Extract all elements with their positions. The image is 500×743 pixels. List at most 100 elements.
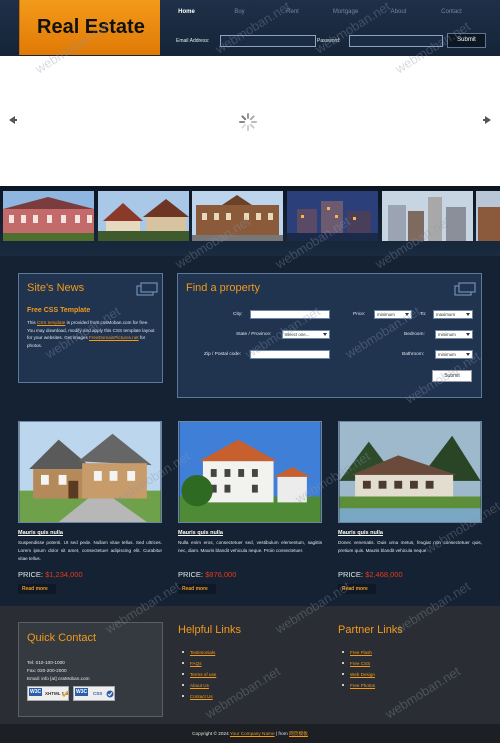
login-submit-button[interactable]: Submit — [447, 33, 486, 48]
w3c-logo-icon-2: W3C — [75, 688, 89, 696]
property-desc-3: Donec venenatis. Duis urna metus, feugia… — [338, 540, 482, 553]
property-photo-1[interactable] — [18, 421, 162, 523]
find-submit-button[interactable]: Submit — [432, 370, 472, 382]
price-amount-3: $2,468,000 — [365, 570, 403, 579]
search-property-icon — [454, 282, 476, 296]
contact-title: Quick Contact — [27, 632, 97, 644]
price-label: Price: — [353, 312, 366, 317]
thumbnail-night-city[interactable] — [287, 191, 378, 241]
news-text-1: This — [27, 320, 37, 325]
find-title: Find a property — [186, 282, 260, 294]
zip-label: Zip / Postal code: — [204, 352, 242, 357]
news-link-pictures[interactable]: FreeDomainPictures.net — [89, 335, 139, 340]
company-link[interactable]: Your Company Name — [230, 731, 275, 736]
property-title-1[interactable]: Mauris quis nulla — [18, 530, 63, 536]
zip-field[interactable] — [250, 350, 330, 359]
state-select[interactable]: Select one... — [282, 330, 330, 339]
contact-email: Email: info [at] cssMoban.com — [27, 676, 90, 681]
price-amount-1: $1,234,000 — [45, 570, 83, 579]
news-text: This CSS template is provided from cssMo… — [27, 319, 157, 349]
price-max-select[interactable]: maximum — [433, 310, 473, 319]
source-link[interactable]: 网页模板 — [289, 731, 308, 736]
link-faqs[interactable]: FAQs — [180, 661, 216, 672]
email-field[interactable] — [220, 35, 316, 47]
thumbnail-palace[interactable] — [3, 191, 94, 241]
xhtml-badge[interactable]: W3C XHTML 1.0 — [27, 686, 69, 701]
thumbnail-towers[interactable] — [382, 191, 473, 241]
link-testimonials[interactable]: Testimonials — [180, 650, 216, 661]
partner-links-list: Free Flash Free CSS Web Design Free Phot… — [340, 650, 375, 694]
property-title-2[interactable]: Mauris quis nulla — [178, 530, 223, 536]
news-subtitle: Free CSS Template — [27, 307, 91, 314]
bathroom-label: Bathroom: — [402, 352, 425, 357]
image-slider — [0, 56, 500, 186]
property-desc-1: Suspendisse potenti. Ut sed pede. Nullam… — [18, 540, 162, 561]
property-card-2: Mauris quis nulla Nulla enim eros, conse… — [178, 421, 322, 594]
read-more-button-1[interactable]: Read more — [18, 584, 56, 594]
price-min-select[interactable]: minimum — [374, 310, 412, 319]
contact-tel: Tel: 010-100-1000 — [27, 660, 65, 665]
price-amount-2: $876,000 — [205, 570, 237, 579]
copyright-prefix: Copyright © 2024 — [192, 731, 230, 736]
thumbnail-hall[interactable] — [192, 191, 283, 241]
helpful-links-title: Helpful Links — [178, 624, 241, 636]
password-label: Password: — [317, 38, 341, 44]
css-badge[interactable]: W3C CSS — [73, 686, 115, 701]
find-property-panel: Find a property City: Price: minimum To:… — [177, 273, 482, 398]
contact-fax: Fax: 020-200-2000 — [27, 668, 67, 673]
thumbnail-village[interactable] — [98, 191, 189, 241]
nav-mortgage[interactable]: Mortgage — [319, 0, 372, 28]
news-title: Site's News — [27, 282, 85, 294]
property-price-1: PRICE: $1,234,000 — [18, 570, 83, 579]
link-contact-us[interactable]: Contact Us — [180, 694, 216, 705]
main-nav: Home Buy Rent Mortgage About Contact — [160, 0, 500, 28]
copyright-middle: | from — [274, 731, 290, 736]
news-link-template[interactable]: CSS template — [37, 320, 65, 325]
nav-home[interactable]: Home — [160, 0, 213, 28]
link-about-us[interactable]: About Us — [180, 683, 216, 694]
bathroom-select[interactable]: minimum — [435, 350, 473, 359]
read-more-button-3[interactable]: Read more — [338, 584, 376, 594]
city-label: City: — [233, 312, 243, 317]
password-field[interactable] — [349, 35, 443, 47]
property-photo-2[interactable] — [178, 421, 322, 523]
quick-contact-panel: Quick Contact Tel: 010-100-1000 Fax: 020… — [18, 622, 163, 717]
property-desc-2: Nulla enim eros, consectetuer sed, vesti… — [178, 540, 322, 553]
property-price-2: PRICE: $876,000 — [178, 570, 236, 579]
price-label-3: PRICE: — [338, 570, 364, 579]
news-icon — [136, 282, 158, 296]
price-label-1: PRICE: — [18, 570, 44, 579]
property-card-1: Mauris quis nulla Suspendisse potenti. U… — [18, 421, 162, 594]
property-card-3: Mauris quis nulla Donec venenatis. Duis … — [338, 421, 482, 594]
link-free-photos[interactable]: Free Photos — [340, 683, 375, 694]
price-label-2: PRICE: — [178, 570, 204, 579]
nav-about[interactable]: About — [372, 0, 425, 28]
link-web-design[interactable]: Web Design — [340, 672, 375, 683]
thumbnail-strip — [0, 186, 500, 256]
property-photo-3[interactable] — [338, 421, 482, 523]
state-label: State / Province: — [236, 332, 272, 337]
link-free-css[interactable]: Free CSS — [340, 661, 375, 672]
nav-rent[interactable]: Rent — [266, 0, 319, 28]
copyright-bar: Copyright © 2024 Your Company Name | fro… — [0, 724, 500, 743]
arrow-left-icon[interactable] — [7, 115, 17, 125]
bedroom-select[interactable]: minimum — [435, 330, 473, 339]
helpful-links-list: Testimonials FAQs Terms of use About Us … — [180, 650, 216, 705]
read-more-button-2[interactable]: Read more — [178, 584, 216, 594]
logo[interactable]: Real Estate — [19, 0, 160, 55]
check-circle-icon — [106, 690, 114, 698]
loading-spinner-icon — [239, 113, 257, 131]
property-price-3: PRICE: $2,468,000 — [338, 570, 403, 579]
link-free-flash[interactable]: Free Flash — [340, 650, 375, 661]
nav-buy[interactable]: Buy — [213, 0, 266, 28]
link-terms[interactable]: Terms of use — [180, 672, 216, 683]
nav-contact[interactable]: Contact — [425, 0, 478, 28]
checkmark-icon — [62, 691, 68, 697]
property-title-3[interactable]: Mauris quis nulla — [338, 530, 383, 536]
email-label: Email Address: — [176, 38, 210, 44]
arrow-right-icon[interactable] — [483, 115, 493, 125]
city-field[interactable] — [250, 310, 330, 319]
logo-text: Real Estate — [37, 16, 145, 38]
css-badge-label: CSS — [93, 691, 103, 696]
thumbnail-partial[interactable] — [476, 191, 500, 241]
